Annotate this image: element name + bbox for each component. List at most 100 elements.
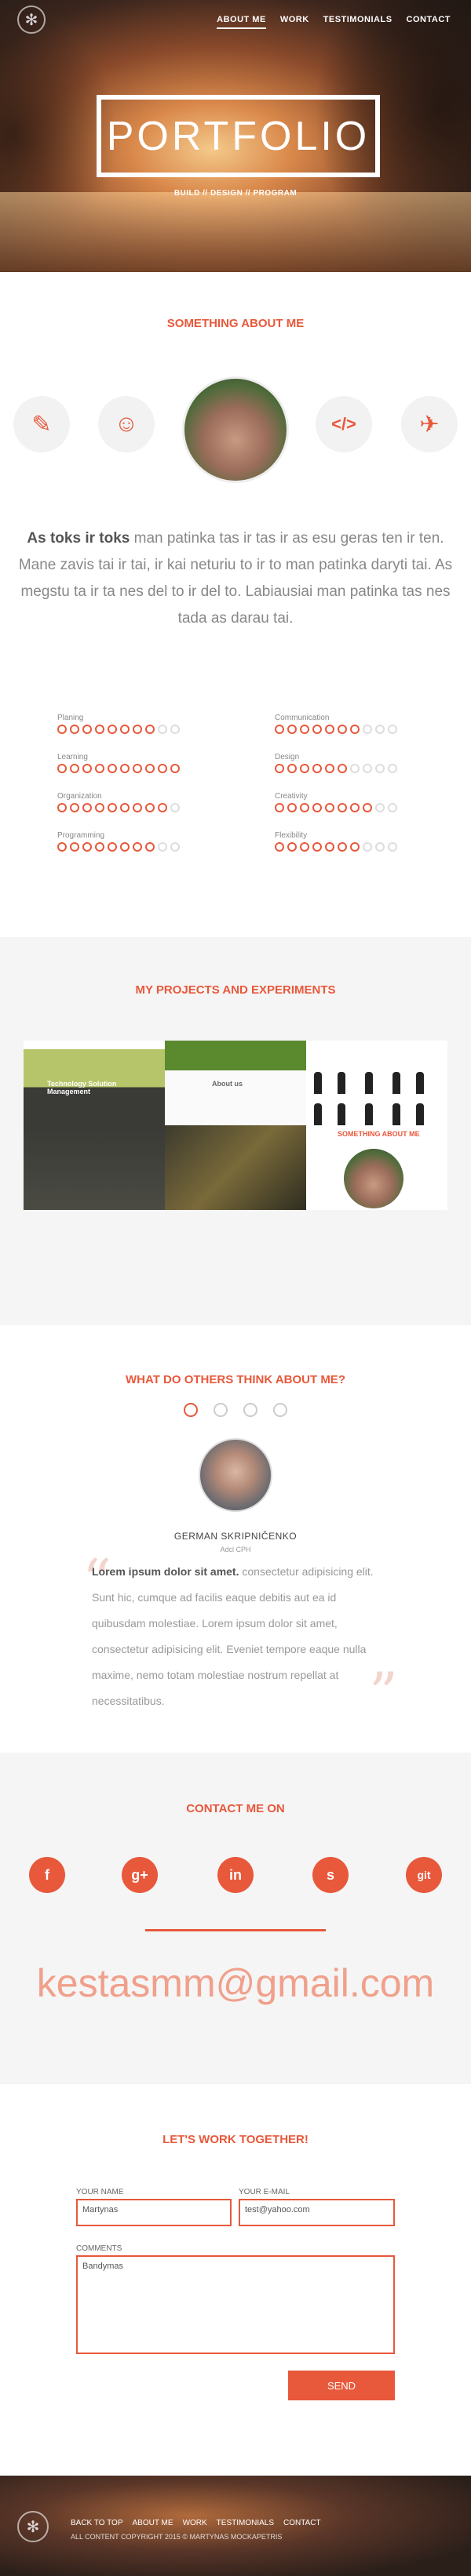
skill-item: Design — [275, 753, 414, 773]
project-tile[interactable] — [24, 1125, 165, 1210]
rating-dot — [95, 803, 104, 812]
footer-contact[interactable]: CONTACT — [283, 2519, 321, 2527]
code-icon: </> — [316, 396, 372, 452]
rating-dot — [388, 842, 397, 852]
rating-dot — [70, 725, 79, 734]
rating-dot — [363, 803, 372, 812]
email-field[interactable]: test@yahoo.com — [239, 2199, 395, 2226]
divider — [145, 1929, 326, 1931]
rating-dot — [95, 842, 104, 852]
rating-dot — [312, 842, 322, 852]
rating-dot — [287, 803, 297, 812]
rating-dot — [120, 764, 130, 773]
rating-dot — [120, 842, 130, 852]
send-button[interactable]: SEND — [288, 2371, 395, 2400]
testimonial-name: GERMAN SKRIPNIČENKO — [173, 1531, 298, 1542]
project-tile[interactable]: About us — [165, 1041, 306, 1125]
rating-dot — [363, 842, 372, 852]
rating-dot — [120, 803, 130, 812]
footer-testimonials[interactable]: TESTIMONIALS — [217, 2519, 274, 2527]
rating-dot — [145, 842, 155, 852]
carousel-dot[interactable] — [184, 1403, 198, 1417]
rating-dot — [338, 803, 347, 812]
carousel-dot[interactable] — [243, 1403, 257, 1417]
contact-email[interactable]: kestasmm@gmail.com — [0, 1960, 471, 2006]
git-icon[interactable]: git — [406, 1857, 442, 1893]
rating-dot — [388, 725, 397, 734]
name-field[interactable]: Martynas — [76, 2199, 232, 2226]
rating-dot — [312, 725, 322, 734]
skill-rating — [57, 764, 196, 773]
rating-dot — [145, 725, 155, 734]
rating-dot — [325, 764, 334, 773]
skills-grid: Planing Communication Learning Design Organi… — [57, 714, 414, 852]
rating-dot — [350, 764, 360, 773]
facebook-icon[interactable]: f — [29, 1857, 65, 1893]
rating-dot — [388, 764, 397, 773]
project-tile[interactable] — [306, 1041, 447, 1125]
rating-dot — [57, 764, 67, 773]
footer: ✻ BACK TO TOP ABOUT ME WORK TESTIMONIALS… — [0, 2476, 471, 2576]
rating-dot — [82, 803, 92, 812]
linkedin-icon[interactable]: in — [217, 1857, 254, 1893]
rating-dot — [287, 764, 297, 773]
projects-section: MY PROJECTS AND EXPERIMENTS Technology S… — [0, 937, 471, 1327]
rating-dot — [108, 803, 117, 812]
email-label: YOUR E-MAIL — [239, 2188, 290, 2196]
skill-label: Programming — [57, 831, 105, 840]
logo-icon[interactable]: ✻ — [17, 2511, 49, 2542]
quote-close-icon: ” — [369, 1660, 398, 1726]
skill-label: Creativity — [275, 792, 308, 801]
carousel-dot[interactable] — [273, 1403, 287, 1417]
skill-rating — [57, 842, 196, 852]
project-tile[interactable] — [165, 1125, 306, 1210]
rating-dot — [338, 842, 347, 852]
skill-item: Programming — [57, 831, 196, 852]
skype-icon[interactable]: s — [312, 1857, 349, 1893]
rating-dot — [57, 725, 67, 734]
rating-dot — [170, 803, 180, 812]
rating-dot — [363, 764, 372, 773]
rating-dot — [82, 764, 92, 773]
avatar — [199, 1438, 272, 1512]
skill-item: Flexibility — [275, 831, 414, 852]
rating-dot — [108, 842, 117, 852]
rating-dot — [350, 725, 360, 734]
project-caption: About us — [212, 1080, 243, 1088]
rating-dot — [158, 842, 167, 852]
pencil-icon: ✎ — [13, 396, 70, 452]
rating-dot — [158, 725, 167, 734]
skill-item: Organization — [57, 792, 196, 812]
rating-dot — [338, 725, 347, 734]
testimonial-role: Adcl CPH — [220, 1546, 251, 1553]
avatar — [344, 1149, 403, 1208]
about-title: SOMETHING ABOUT ME — [166, 317, 305, 330]
rating-dot — [120, 725, 130, 734]
rating-dot — [133, 803, 142, 812]
carousel-dot[interactable] — [214, 1403, 228, 1417]
rating-dot — [57, 803, 67, 812]
skill-item: Creativity — [275, 792, 414, 812]
rating-dot — [158, 764, 167, 773]
footer-back-to-top[interactable]: BACK TO TOP — [71, 2519, 123, 2527]
skill-rating — [275, 842, 414, 852]
rating-dot — [170, 725, 180, 734]
rating-dot — [82, 842, 92, 852]
google-plus-icon[interactable]: g+ — [122, 1857, 158, 1893]
social-links: f g+ in s git — [0, 1857, 471, 1895]
footer-about[interactable]: ABOUT ME — [133, 2519, 173, 2527]
footer-work[interactable]: WORK — [183, 2519, 207, 2527]
rating-dot — [95, 764, 104, 773]
rating-dot — [375, 725, 385, 734]
projects-grid: Technology Solution Management About us … — [24, 1041, 447, 1210]
rating-dot — [300, 764, 309, 773]
rating-dot — [375, 803, 385, 812]
comments-label: COMMENTS — [76, 2244, 122, 2253]
rating-dot — [312, 764, 322, 773]
project-tile[interactable]: SOMETHING ABOUT ME — [306, 1125, 447, 1210]
project-tile[interactable]: Technology Solution Management — [24, 1041, 165, 1125]
skill-rating — [57, 803, 196, 812]
rating-dot — [82, 725, 92, 734]
rating-dot — [287, 725, 297, 734]
comments-field[interactable]: Bandymas — [76, 2255, 395, 2354]
